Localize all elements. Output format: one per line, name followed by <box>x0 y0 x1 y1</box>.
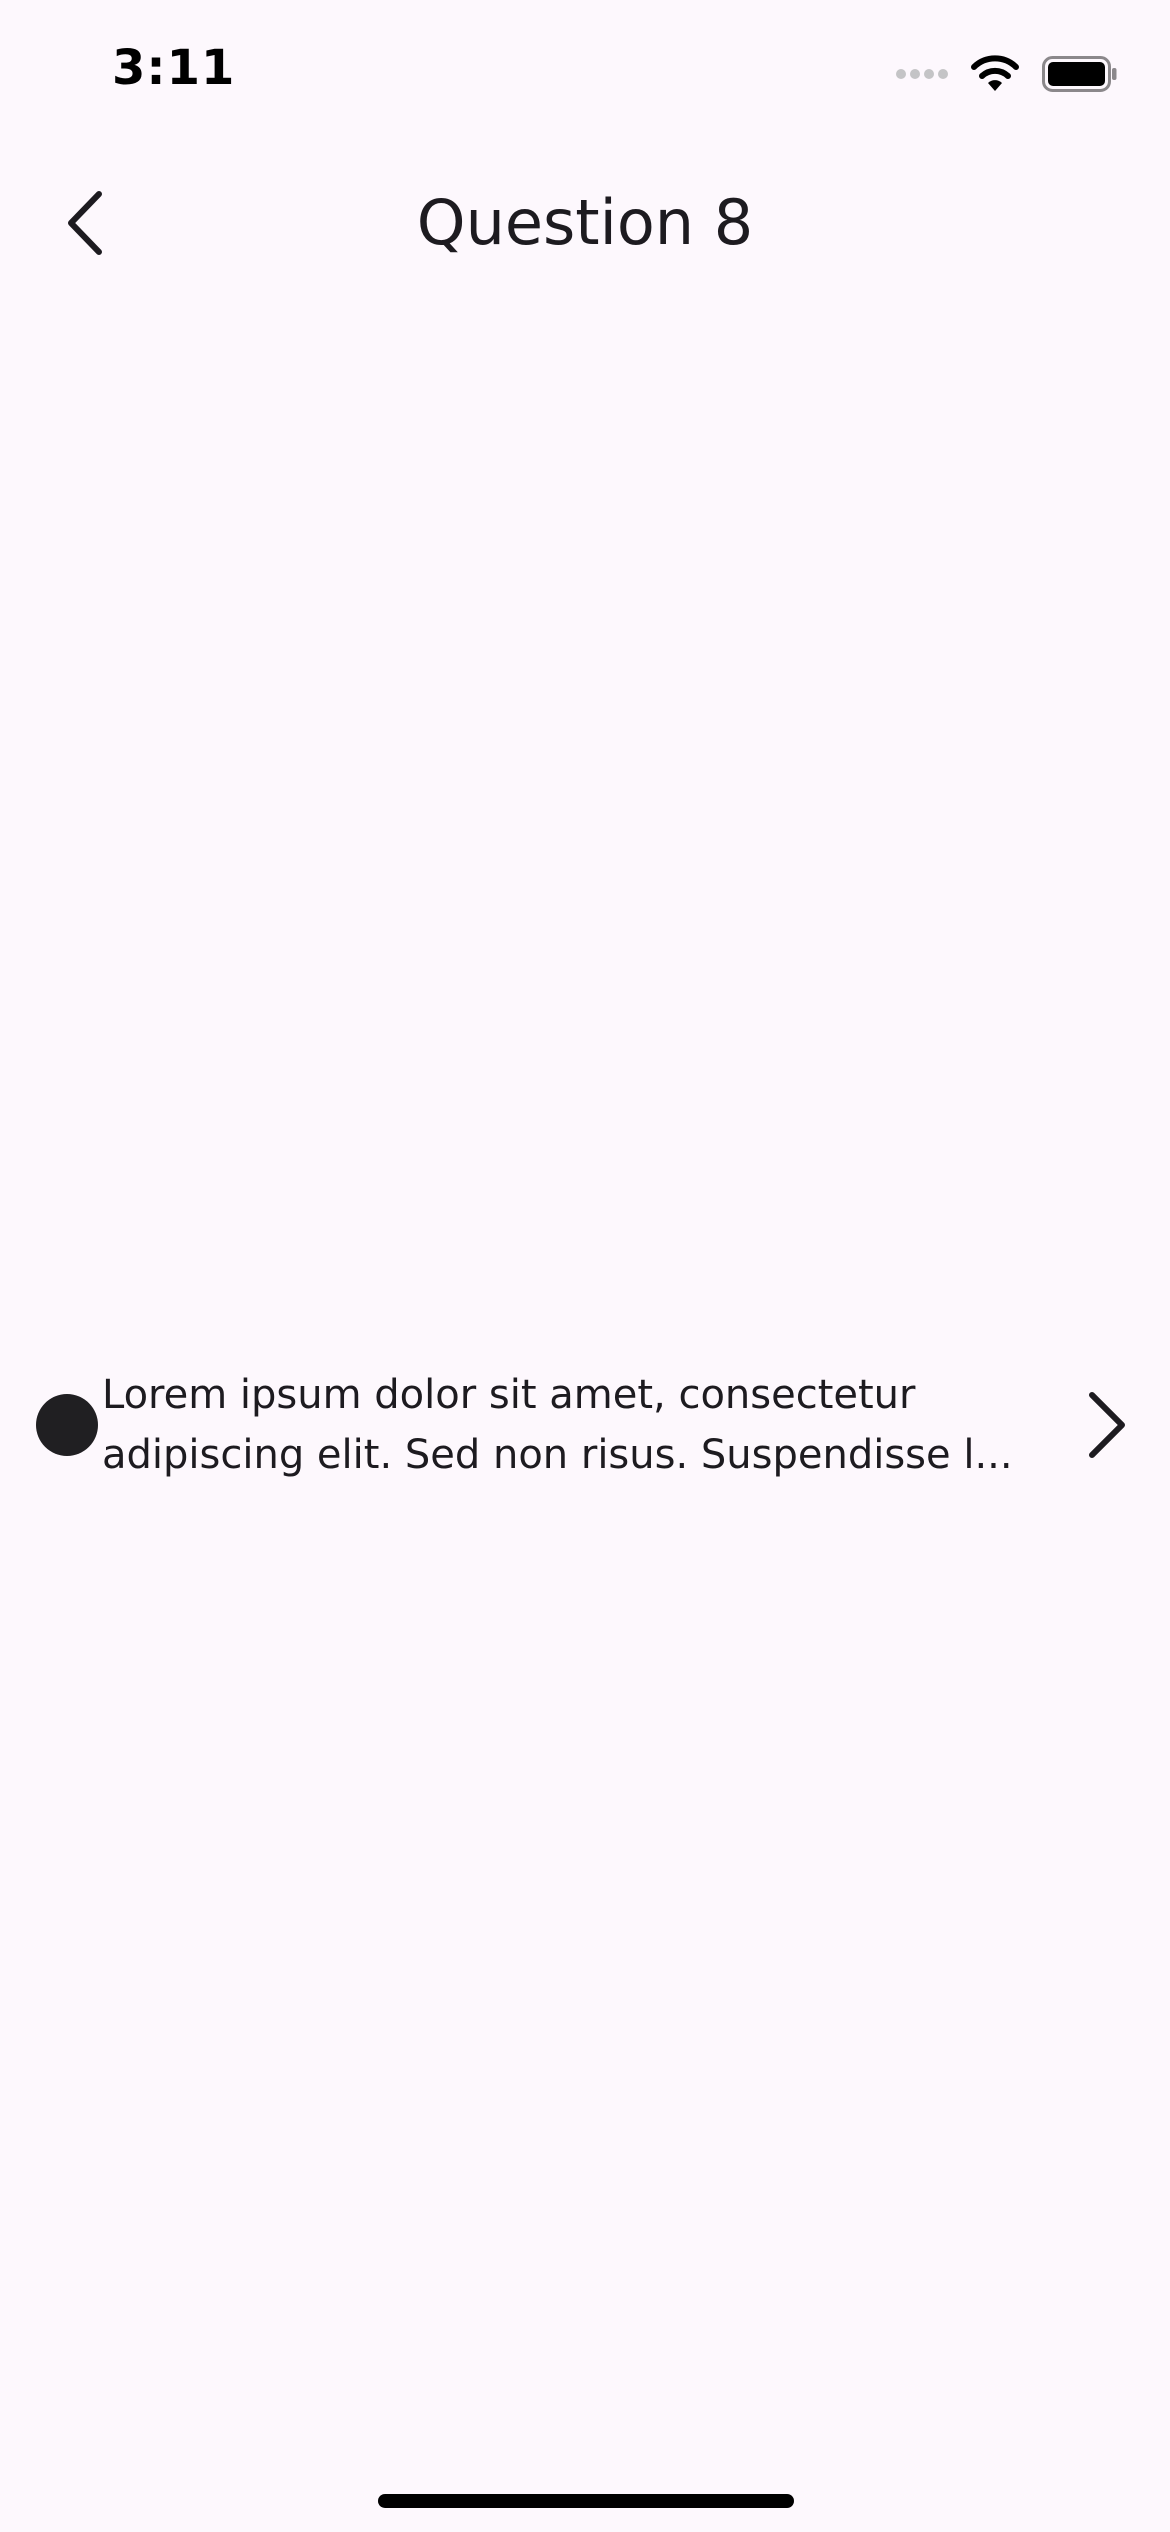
chevron-right-icon <box>1078 1389 1138 1461</box>
page-title: Question 8 <box>416 186 754 259</box>
wifi-icon <box>970 55 1020 93</box>
top-app-bar: Question 8 <box>0 160 1170 290</box>
list-item-text: Lorem ipsum dolor sit amet, consectetur … <box>102 1372 1013 1478</box>
filled-circle-icon <box>36 1394 98 1456</box>
status-icons <box>896 52 1118 96</box>
status-time: 3:11 <box>112 40 236 96</box>
battery-icon <box>1042 56 1118 92</box>
status-bar: 3:11 <box>0 0 1170 140</box>
home-indicator[interactable] <box>378 2494 794 2508</box>
signal-dots-icon <box>896 67 948 81</box>
list-item[interactable]: Lorem ipsum dolor sit amet, consectetur … <box>0 1345 1170 1505</box>
